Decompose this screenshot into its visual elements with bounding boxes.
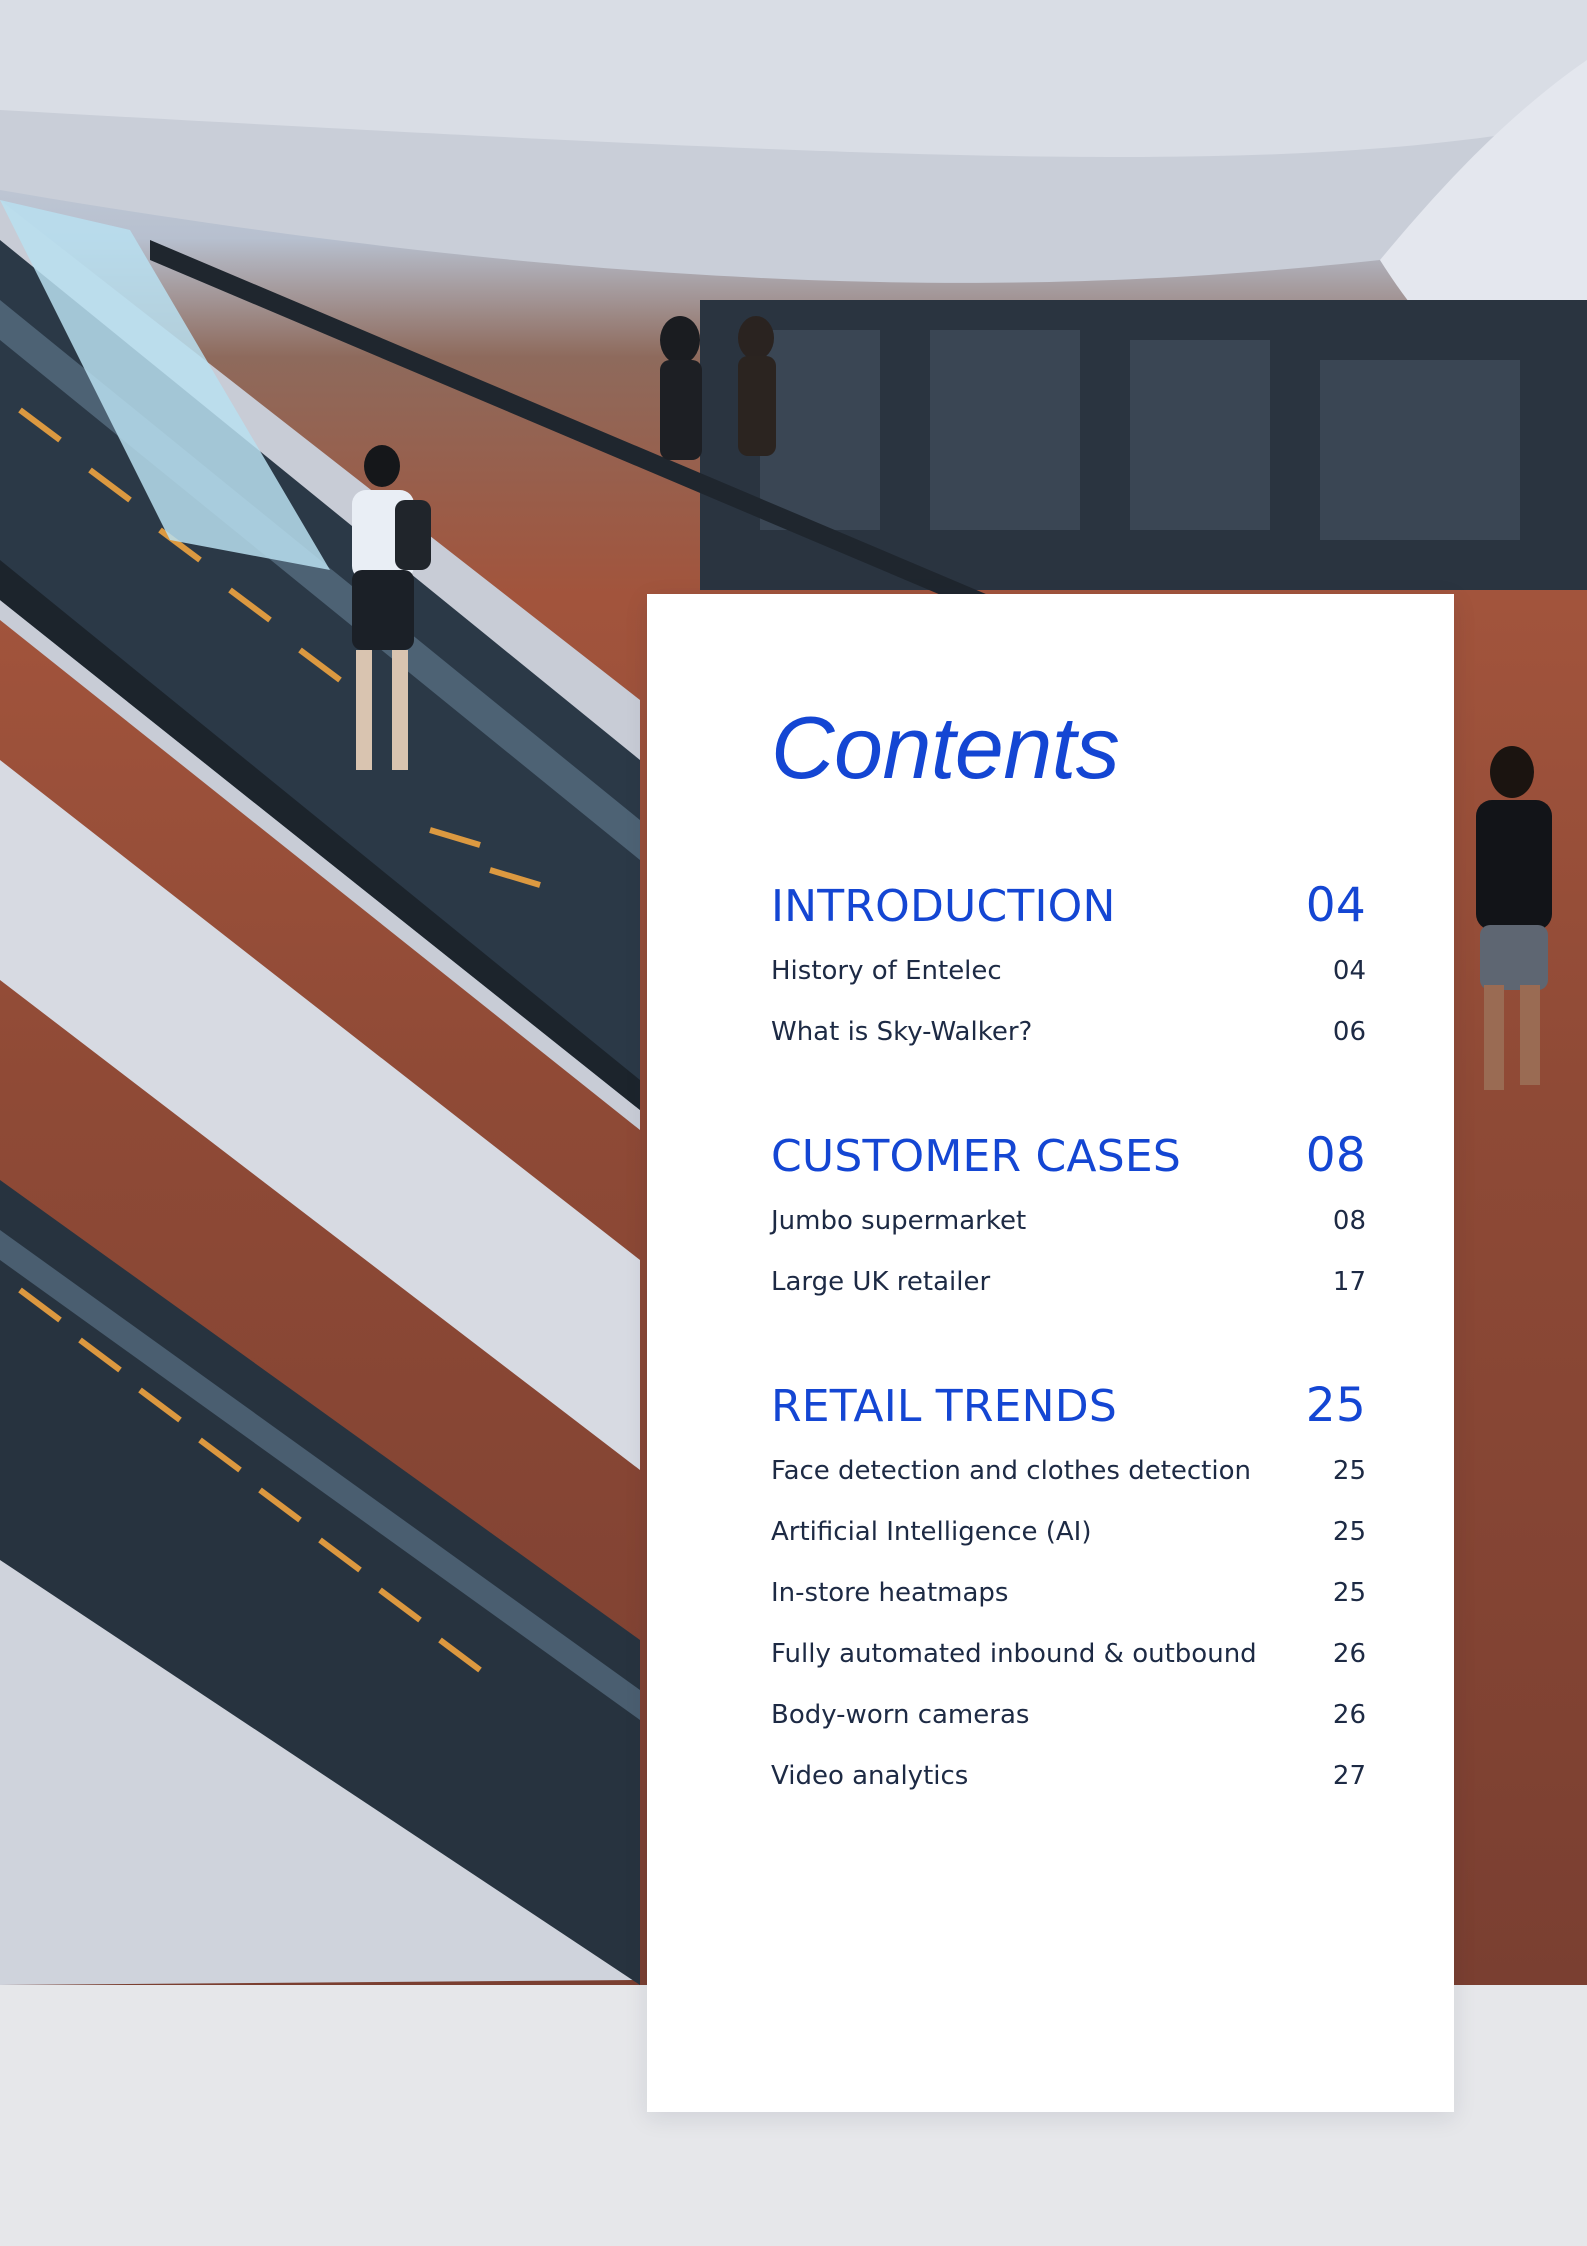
toc-entry-page: 17 bbox=[1332, 1267, 1366, 1297]
toc-entry-label: Artificial Intelligence (AI) bbox=[771, 1517, 1092, 1547]
toc-entry[interactable]: Large UK retailer 17 bbox=[771, 1252, 1366, 1313]
section-heading-label: INTRODUCTION bbox=[771, 881, 1116, 932]
toc-entry-label: Jumbo supermarket bbox=[771, 1206, 1027, 1236]
toc-entry[interactable]: Artificial Intelligence (AI) 25 bbox=[771, 1502, 1366, 1563]
toc-entry-label: History of Entelec bbox=[771, 956, 1002, 986]
toc-entry[interactable]: Jumbo supermarket 08 bbox=[771, 1191, 1366, 1252]
toc-entry-page: 26 bbox=[1332, 1700, 1366, 1730]
toc-entry[interactable]: Video analytics 27 bbox=[771, 1746, 1366, 1807]
section-heading-label: CUSTOMER CASES bbox=[771, 1131, 1181, 1182]
toc-entry-page: 25 bbox=[1332, 1456, 1366, 1486]
toc-entry[interactable]: What is Sky-Walker? 06 bbox=[771, 1002, 1366, 1063]
toc-section-customer-cases: CUSTOMER CASES 08 Jumbo supermarket 08 L… bbox=[771, 1127, 1366, 1313]
contents-title: Contents bbox=[771, 698, 1120, 797]
toc-entry-label: Body-worn cameras bbox=[771, 1700, 1030, 1730]
toc-entry-label: Face detection and clothes detection bbox=[771, 1456, 1251, 1486]
toc-section-introduction: INTRODUCTION 04 History of Entelec 04 Wh… bbox=[771, 877, 1366, 1063]
toc-entry[interactable]: Face detection and clothes detection 25 bbox=[771, 1441, 1366, 1502]
toc-entry-page: 27 bbox=[1332, 1761, 1366, 1791]
toc-section-heading[interactable]: RETAIL TRENDS 25 bbox=[771, 1377, 1366, 1435]
toc-entry[interactable]: Fully automated inbound & outbound 26 bbox=[771, 1624, 1366, 1685]
contents-card: Contents INTRODUCTION 04 History of Ente… bbox=[647, 594, 1454, 2112]
toc-entry-label: Video analytics bbox=[771, 1761, 969, 1791]
toc-entry-page: 25 bbox=[1332, 1578, 1366, 1608]
toc-entry-page: 06 bbox=[1332, 1017, 1366, 1047]
section-page-number: 08 bbox=[1305, 1128, 1366, 1183]
toc-entry[interactable]: History of Entelec 04 bbox=[771, 941, 1366, 1002]
toc-entry-page: 04 bbox=[1332, 956, 1366, 986]
section-page-number: 25 bbox=[1305, 1378, 1366, 1433]
toc-entry-label: Fully automated inbound & outbound bbox=[771, 1639, 1257, 1669]
toc-entry[interactable]: In-store heatmaps 25 bbox=[771, 1563, 1366, 1624]
section-page-number: 04 bbox=[1305, 878, 1366, 933]
toc-section-retail-trends: RETAIL TRENDS 25 Face detection and clot… bbox=[771, 1377, 1366, 1807]
toc-entry-page: 26 bbox=[1332, 1639, 1366, 1669]
toc-entry[interactable]: Body-worn cameras 26 bbox=[771, 1685, 1366, 1746]
toc-section-heading[interactable]: CUSTOMER CASES 08 bbox=[771, 1127, 1366, 1185]
toc-entry-label: In-store heatmaps bbox=[771, 1578, 1009, 1608]
toc-entry-page: 08 bbox=[1332, 1206, 1366, 1236]
section-heading-label: RETAIL TRENDS bbox=[771, 1381, 1117, 1432]
toc-entry-page: 25 bbox=[1332, 1517, 1366, 1547]
toc-entry-label: Large UK retailer bbox=[771, 1267, 991, 1297]
toc-entry-label: What is Sky-Walker? bbox=[771, 1017, 1033, 1047]
toc-section-heading[interactable]: INTRODUCTION 04 bbox=[771, 877, 1366, 935]
